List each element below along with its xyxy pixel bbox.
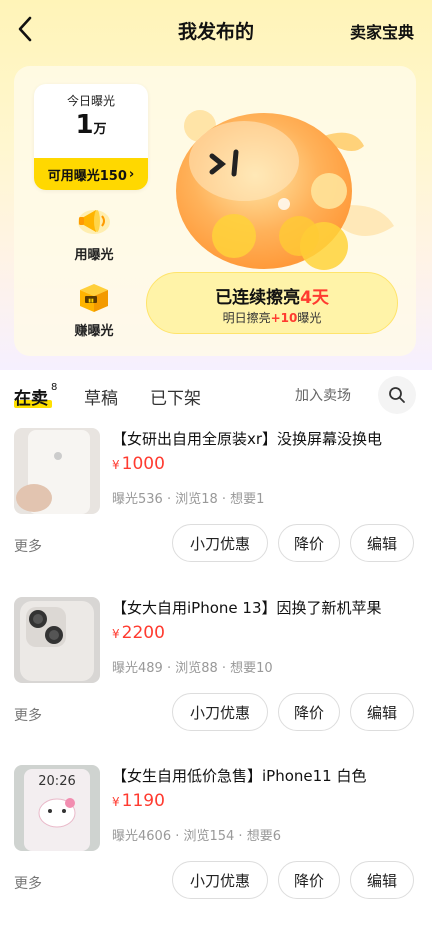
listing-tabs: 在卖 8 草稿 已下架 加入卖场 xyxy=(0,370,432,420)
edit-button[interactable]: 编辑 xyxy=(350,861,414,899)
more-button[interactable]: 更多 xyxy=(14,705,42,725)
use-exposure-label: 用曝光 xyxy=(74,248,114,263)
listing-item[interactable]: 【女研出自用全原装xr】没换屏幕没换电 ¥1000 曝光536 · 浏览18 ·… xyxy=(0,418,432,586)
earn-exposure-button[interactable]: ▮▮ 赚曝光 xyxy=(54,274,134,339)
tab-on-sale-label: 在卖 xyxy=(14,389,48,409)
exposure-unit: 万 xyxy=(93,122,107,137)
available-exposure-label: 可用曝光150 xyxy=(47,168,127,184)
listing-title[interactable]: 【女研出自用全原装xr】没换屏幕没换电 xyxy=(112,428,422,449)
currency-symbol: ¥ xyxy=(112,458,120,472)
streak-bonus: +10 xyxy=(270,311,298,325)
today-exposure-value: 1万 xyxy=(34,110,148,140)
listing-stats: 曝光489 · 浏览88 · 想要10 xyxy=(112,661,273,676)
listing-item[interactable]: 20:26 【女生自用低价急售】iPhone11 白色 ¥1190 曝光4606… xyxy=(0,755,432,923)
join-marketplace-button[interactable]: 加入卖场 xyxy=(279,378,367,412)
tab-removed[interactable]: 已下架 xyxy=(150,384,201,409)
price-value: 2200 xyxy=(121,623,165,643)
listing-price: ¥1000 xyxy=(112,454,165,474)
streak-sub-suffix: 曝光 xyxy=(297,311,322,325)
discount-button[interactable]: 小刀优惠 xyxy=(172,524,268,562)
streak-title: 已连续擦亮4天 xyxy=(147,283,397,308)
search-icon xyxy=(389,387,405,403)
chevron-right-icon: › xyxy=(128,166,135,182)
available-exposure-button[interactable]: 可用曝光150 › xyxy=(34,158,148,190)
listing-title[interactable]: 【女生自用低价急售】iPhone11 白色 xyxy=(112,765,422,786)
streak-days: 4天 xyxy=(300,288,329,308)
thumb-clock-text: 20:26 xyxy=(38,774,75,789)
tab-on-sale[interactable]: 在卖 xyxy=(14,384,48,409)
price-value: 1000 xyxy=(121,454,165,474)
top-bar: 我发布的 卖家宝典 xyxy=(0,0,432,60)
reduce-price-button[interactable]: 降价 xyxy=(278,861,340,899)
more-button[interactable]: 更多 xyxy=(14,536,42,556)
listing-stats: 曝光4606 · 浏览154 · 想要6 xyxy=(112,829,281,844)
reduce-price-button[interactable]: 降价 xyxy=(278,524,340,562)
streak-sub-prefix: 明日擦亮 xyxy=(222,311,271,325)
use-exposure-button[interactable]: 用曝光 xyxy=(54,198,134,263)
listing-thumbnail[interactable]: 20:26 xyxy=(14,765,100,851)
listing-thumbnail[interactable] xyxy=(14,597,100,683)
streak-prefix: 已连续擦亮 xyxy=(215,288,301,308)
tab-drafts-label: 草稿 xyxy=(84,389,118,409)
today-exposure-label: 今日曝光 xyxy=(66,94,115,108)
currency-symbol: ¥ xyxy=(112,795,120,809)
megaphone-icon xyxy=(72,198,116,242)
listing-item[interactable]: 【女大自用iPhone 13】因换了新机苹果 ¥2200 曝光489 · 浏览8… xyxy=(0,587,432,755)
exposure-number: 1 xyxy=(75,110,94,140)
tab-removed-label: 已下架 xyxy=(150,389,201,409)
edit-button[interactable]: 编辑 xyxy=(350,524,414,562)
search-button[interactable] xyxy=(378,376,416,414)
listing-title[interactable]: 【女大自用iPhone 13】因换了新机苹果 xyxy=(112,597,422,618)
today-exposure-box: 今日曝光 1万 可用曝光150 › xyxy=(34,84,148,190)
seller-guide-link[interactable]: 卖家宝典 xyxy=(350,19,414,43)
listing-stats: 曝光536 · 浏览18 · 想要1 xyxy=(112,492,265,507)
price-value: 1190 xyxy=(121,791,165,811)
polish-streak-banner[interactable]: 已连续擦亮4天 明日擦亮+10曝光 xyxy=(146,272,398,334)
listing-price: ¥1190 xyxy=(112,791,165,811)
listing-thumbnail[interactable] xyxy=(14,428,100,514)
svg-text:▮▮: ▮▮ xyxy=(88,298,94,304)
currency-symbol: ¥ xyxy=(112,627,120,641)
edit-button[interactable]: 编辑 xyxy=(350,693,414,731)
tab-on-sale-count: 8 xyxy=(51,382,58,393)
discount-button[interactable]: 小刀优惠 xyxy=(172,861,268,899)
reduce-price-button[interactable]: 降价 xyxy=(278,693,340,731)
listing-price: ¥2200 xyxy=(112,623,165,643)
more-button[interactable]: 更多 xyxy=(14,873,42,893)
discount-button[interactable]: 小刀优惠 xyxy=(172,693,268,731)
fish-mascot-illustration xyxy=(174,86,404,286)
box-icon: ▮▮ xyxy=(72,274,116,318)
earn-exposure-label: 赚曝光 xyxy=(74,324,114,339)
tab-drafts[interactable]: 草稿 xyxy=(84,384,118,409)
streak-subtitle: 明日擦亮+10曝光 xyxy=(147,309,397,326)
exposure-card: 今日曝光 1万 可用曝光150 › 用曝光 ▮▮ 赚曝光 已连续擦亮4天 明日擦… xyxy=(14,66,416,356)
